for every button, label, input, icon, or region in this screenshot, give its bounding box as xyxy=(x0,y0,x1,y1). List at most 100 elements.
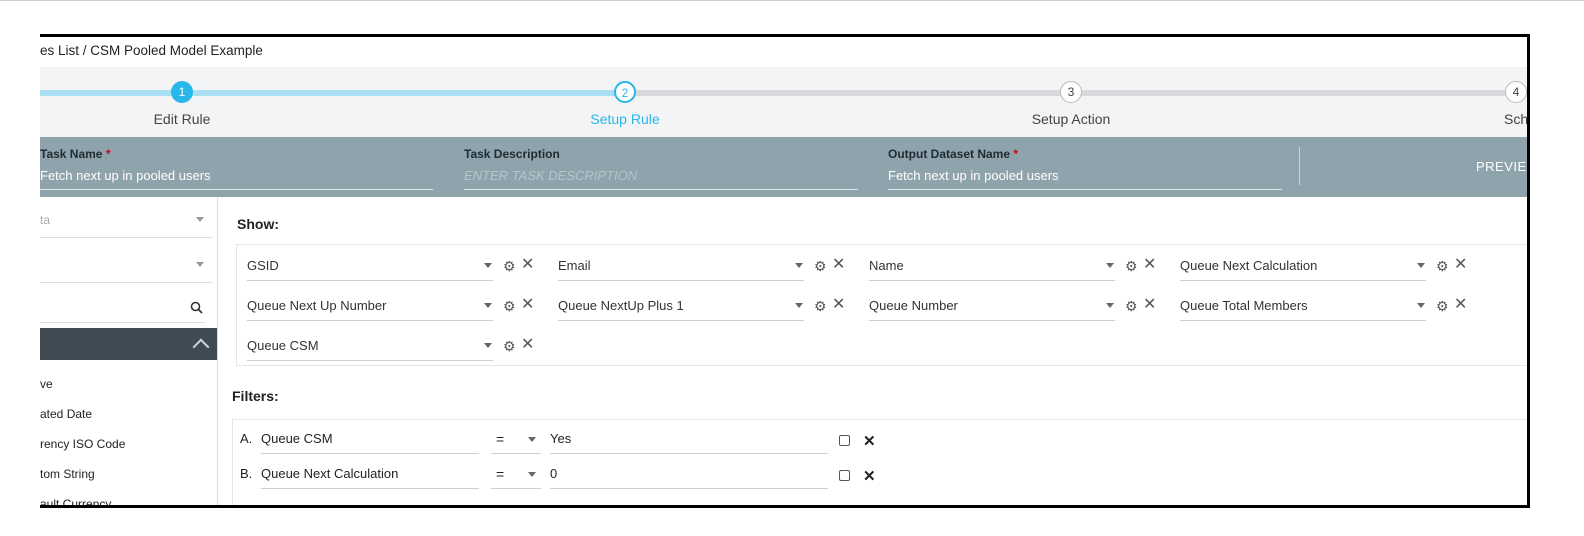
close-icon[interactable]: ✕ xyxy=(1143,297,1156,313)
filter-operator-select[interactable]: = xyxy=(496,431,504,447)
chevron-down-icon[interactable] xyxy=(528,437,536,442)
close-icon[interactable]: ✕ xyxy=(1454,297,1467,313)
show-column[interactable]: Name ⚙ ✕ xyxy=(859,245,1170,281)
gear-icon[interactable]: ⚙ xyxy=(1436,299,1449,313)
chevron-down-icon[interactable] xyxy=(1417,303,1425,308)
task-name-input[interactable]: Fetch next up in pooled users xyxy=(40,168,211,183)
window-top-border xyxy=(0,0,1584,1)
underline xyxy=(247,320,493,321)
step-4-number: 4 xyxy=(1512,85,1520,99)
sidebar-field-item[interactable]: rency ISO Code xyxy=(40,437,125,451)
chevron-down-icon[interactable] xyxy=(795,303,803,308)
filter-checkbox[interactable] xyxy=(839,435,850,446)
filter-value-input[interactable]: Yes xyxy=(550,431,571,446)
underline xyxy=(261,488,479,489)
chevron-down-icon[interactable] xyxy=(1106,303,1114,308)
filter-operator-select[interactable]: = xyxy=(496,466,504,482)
output-dataset-input[interactable]: Fetch next up in pooled users xyxy=(888,168,1059,183)
show-column[interactable]: Queue Total Members ⚙ ✕ xyxy=(1170,285,1481,321)
close-icon[interactable]: ✕ xyxy=(863,432,876,450)
task-name-underline xyxy=(40,189,433,190)
show-column[interactable]: Email ⚙ ✕ xyxy=(548,245,859,281)
step-3-circle[interactable]: 3 xyxy=(1060,81,1082,103)
sidebar-field-item[interactable]: ated Date xyxy=(40,407,92,421)
filter-field-select[interactable]: Queue Next Calculation xyxy=(261,466,398,481)
filter-row: B. Queue Next Calculation = 0 ✕ xyxy=(233,455,933,489)
close-icon[interactable]: ✕ xyxy=(863,467,876,485)
chevron-down-icon[interactable] xyxy=(528,472,536,477)
show-column-name: Queue Next Up Number xyxy=(247,298,387,313)
breadcrumb-bar: es List / CSM Pooled Model Example xyxy=(40,37,1527,67)
gear-icon[interactable]: ⚙ xyxy=(503,339,516,353)
output-dataset-underline xyxy=(888,189,1282,190)
filter-row: A. Queue CSM = Yes ✕ xyxy=(233,420,933,454)
underline xyxy=(558,280,804,281)
underline xyxy=(491,488,541,489)
step-2-label[interactable]: Setup Rule xyxy=(590,111,659,127)
chevron-down-icon[interactable] xyxy=(1417,263,1425,268)
close-icon[interactable]: ✕ xyxy=(521,297,534,313)
chevron-down-icon xyxy=(196,262,204,267)
underline xyxy=(869,320,1115,321)
gear-icon[interactable]: ⚙ xyxy=(1125,299,1138,313)
show-column-name: Queue Next Calculation xyxy=(1180,258,1318,273)
show-column[interactable]: Queue CSM ⚙ ✕ xyxy=(237,325,548,361)
gear-icon[interactable]: ⚙ xyxy=(1436,259,1449,273)
field-sidebar: ta ve ated Date rency ISO Code tom Strin… xyxy=(40,197,218,505)
chevron-down-icon[interactable] xyxy=(484,303,492,308)
search-icon[interactable] xyxy=(190,301,203,314)
task-description-input[interactable]: ENTER TASK DESCRIPTION xyxy=(464,168,637,183)
show-column-name: Queue Total Members xyxy=(1180,298,1308,313)
close-icon[interactable]: ✕ xyxy=(832,297,845,313)
show-column-name: Queue NextUp Plus 1 xyxy=(558,298,684,313)
filter-field-select[interactable]: Queue CSM xyxy=(261,431,333,446)
chevron-up-icon[interactable] xyxy=(192,338,210,356)
chevron-down-icon[interactable] xyxy=(1106,263,1114,268)
task-description-underline xyxy=(464,189,858,190)
close-icon[interactable]: ✕ xyxy=(1454,257,1467,273)
underline xyxy=(550,453,828,454)
sidebar-field-item[interactable]: tom String xyxy=(40,467,95,481)
close-icon[interactable]: ✕ xyxy=(832,257,845,273)
sidebar-section-header[interactable] xyxy=(40,328,217,360)
chevron-down-icon[interactable] xyxy=(484,343,492,348)
show-column[interactable]: Queue Number ⚙ ✕ xyxy=(859,285,1170,321)
filter-checkbox[interactable] xyxy=(839,470,850,481)
step-1-circle[interactable]: 1 xyxy=(171,81,193,103)
filter-value-input[interactable]: 0 xyxy=(550,466,557,481)
step-4-label[interactable]: Sche xyxy=(1504,111,1527,127)
show-column[interactable]: Queue Next Calculation ⚙ ✕ xyxy=(1170,245,1481,281)
show-column[interactable]: Queue Next Up Number ⚙ ✕ xyxy=(237,285,548,321)
sidebar-search-input[interactable] xyxy=(40,288,205,323)
preview-button[interactable]: PREVIE xyxy=(1476,159,1527,174)
app-frame: es List / CSM Pooled Model Example 1 Edi… xyxy=(40,34,1530,508)
show-column[interactable]: GSID ⚙ ✕ xyxy=(237,245,548,281)
filter-letter: B. xyxy=(240,466,253,481)
underline xyxy=(261,453,479,454)
show-column-name: GSID xyxy=(247,258,279,273)
gear-icon[interactable]: ⚙ xyxy=(814,299,827,313)
show-column-name: Name xyxy=(869,258,904,273)
step-2-circle[interactable]: 2 xyxy=(614,81,636,103)
close-icon[interactable]: ✕ xyxy=(1143,257,1156,273)
gear-icon[interactable]: ⚙ xyxy=(814,259,827,273)
close-icon[interactable]: ✕ xyxy=(521,337,534,353)
gear-icon[interactable]: ⚙ xyxy=(503,299,516,313)
show-column-name: Email xyxy=(558,258,591,273)
sidebar-field-item[interactable]: ault Currency xyxy=(40,497,111,505)
gear-icon[interactable]: ⚙ xyxy=(1125,259,1138,273)
sidebar-source-text: ta xyxy=(40,213,51,227)
step-3-label[interactable]: Setup Action xyxy=(1032,111,1111,127)
step-2-number: 2 xyxy=(621,86,629,100)
sidebar-source-select[interactable]: ta xyxy=(40,203,212,238)
step-4-circle[interactable]: 4 xyxy=(1505,81,1527,103)
chevron-down-icon[interactable] xyxy=(795,263,803,268)
underline xyxy=(550,488,828,489)
chevron-down-icon[interactable] xyxy=(484,263,492,268)
step-1-label[interactable]: Edit Rule xyxy=(154,111,211,127)
show-column[interactable]: Queue NextUp Plus 1 ⚙ ✕ xyxy=(548,285,859,321)
close-icon[interactable]: ✕ xyxy=(521,257,534,273)
sidebar-field-item[interactable]: ve xyxy=(40,377,53,391)
gear-icon[interactable]: ⚙ xyxy=(503,259,516,273)
sidebar-object-select[interactable] xyxy=(40,248,212,283)
